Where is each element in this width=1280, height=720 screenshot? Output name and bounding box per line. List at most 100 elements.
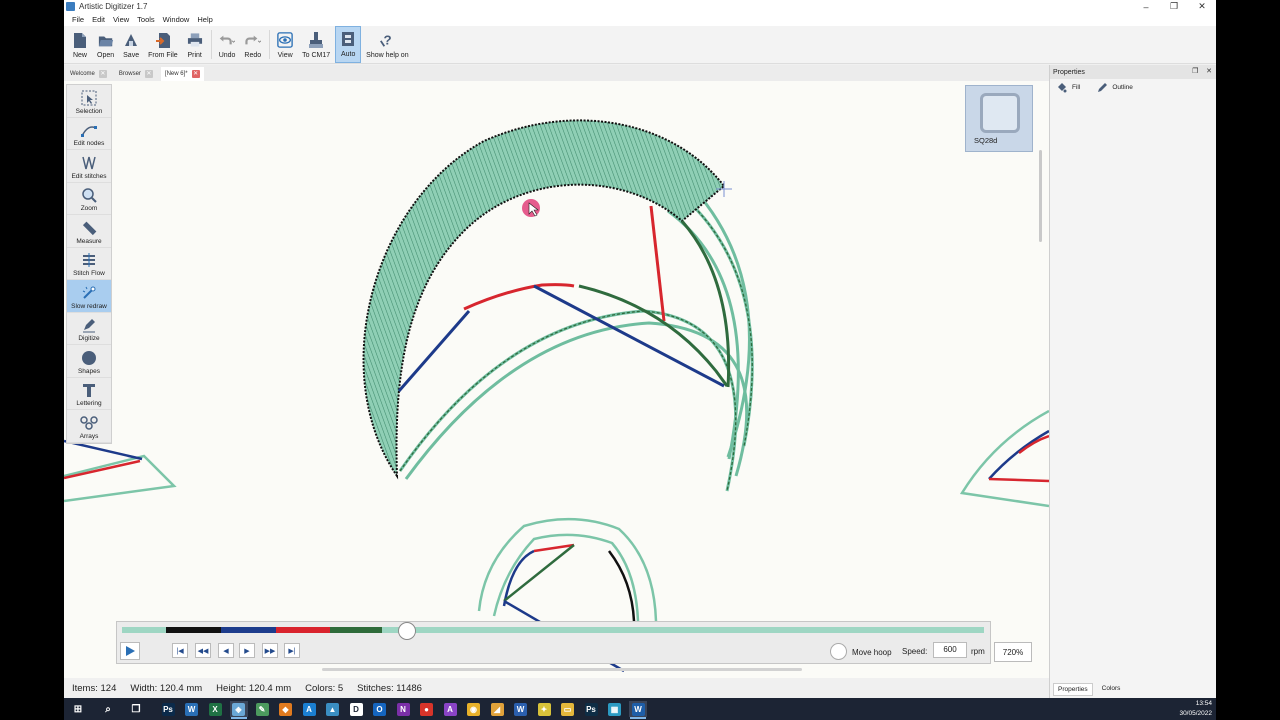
- left-partial-shape: [64, 439, 177, 503]
- system-clock[interactable]: 13:54 30/05/2022: [1179, 699, 1212, 719]
- word-taskbar-button[interactable]: W: [512, 701, 530, 717]
- tool-edit-stitches[interactable]: Edit stitches: [67, 150, 111, 183]
- app-gold-taskbar-button[interactable]: ◢: [488, 701, 506, 717]
- speed-input[interactable]: 600: [933, 642, 967, 658]
- affinity-publisher-taskbar-button[interactable]: A: [441, 701, 459, 717]
- progress-slider-handle[interactable]: [398, 622, 416, 640]
- tool-lettering[interactable]: Lettering: [67, 378, 111, 410]
- tab-properties[interactable]: Properties: [1053, 683, 1093, 696]
- active-app-indicator: [230, 717, 247, 719]
- tool-slow-redraw[interactable]: Slow redraw: [67, 280, 111, 313]
- help-question-icon: ?: [379, 31, 395, 49]
- hoop-preview-icon: [980, 93, 1020, 133]
- affinity-taskbar-button[interactable]: A: [300, 701, 318, 717]
- zoom-level-field[interactable]: 720%: [994, 642, 1032, 662]
- fast-forward-button[interactable]: ▶▶: [262, 643, 278, 658]
- close-panel-icon[interactable]: ✕: [1206, 68, 1212, 75]
- excel-taskbar-button[interactable]: X: [206, 701, 224, 717]
- search-taskbar-button[interactable]: ⌕: [99, 701, 117, 717]
- from-file-button[interactable]: From File: [144, 26, 182, 63]
- app-green-icon: ✎: [255, 702, 269, 716]
- vertical-scrollbar[interactable]: [1039, 150, 1042, 242]
- app-teal-taskbar-button[interactable]: ▲: [324, 701, 342, 717]
- tool-measure[interactable]: Measure: [67, 215, 111, 248]
- digitizer-taskbar-button[interactable]: ◈: [229, 701, 248, 719]
- task-view-taskbar-button[interactable]: ❐: [127, 701, 145, 717]
- app-orange-taskbar-button[interactable]: ◆: [277, 701, 295, 717]
- photoshop-taskbar-button[interactable]: Ps: [159, 701, 177, 717]
- tab-close-icon[interactable]: ✕: [191, 70, 200, 78]
- window-controls: – ❐ ✕: [1132, 0, 1216, 13]
- tab-browser[interactable]: Browser ✕: [115, 67, 157, 81]
- hoop-selector[interactable]: SQ28d: [965, 85, 1033, 152]
- tab-close-icon[interactable]: ✕: [144, 70, 153, 78]
- hoop-label: SQ28d: [974, 136, 998, 145]
- step-forward-button[interactable]: ▶: [239, 643, 255, 658]
- tab-close-icon[interactable]: ✕: [98, 70, 107, 78]
- chrome-icon: ◉: [467, 702, 480, 716]
- stitch-progress-track[interactable]: [122, 622, 984, 640]
- tab-colors[interactable]: Colors: [1098, 683, 1125, 696]
- magnifier-icon: [80, 187, 98, 203]
- auto-button[interactable]: Auto: [335, 26, 362, 63]
- app-aqua-taskbar-button[interactable]: ▦: [606, 701, 624, 717]
- move-hoop-toggle[interactable]: [830, 643, 847, 660]
- tab-fill[interactable]: Fill: [1056, 82, 1080, 93]
- menu-edit[interactable]: Edit: [88, 15, 109, 24]
- print-button[interactable]: Print: [183, 26, 207, 63]
- open-button[interactable]: Open: [93, 26, 118, 63]
- photoshop-alt-taskbar-button[interactable]: Ps: [582, 701, 600, 717]
- horizontal-scrollbar[interactable]: [322, 668, 802, 671]
- app-w-taskbar-button[interactable]: W: [183, 701, 201, 717]
- new-button[interactable]: New: [68, 26, 92, 63]
- tool-edit-nodes[interactable]: Edit nodes: [67, 118, 111, 150]
- menu-window[interactable]: Window: [159, 15, 194, 24]
- tool-arrays[interactable]: Arrays: [67, 410, 111, 443]
- float-panel-icon[interactable]: ❐: [1192, 68, 1198, 75]
- fast-rewind-button[interactable]: ◀◀: [195, 643, 211, 658]
- wilcom-taskbar-button[interactable]: W: [629, 701, 647, 719]
- onenote-taskbar-button[interactable]: N: [394, 701, 412, 717]
- chrome-taskbar-button[interactable]: ◉: [465, 701, 483, 717]
- crescent-satin-fill: [362, 119, 726, 480]
- outlook-taskbar-button[interactable]: O: [371, 701, 389, 717]
- tool-stitch-flow[interactable]: Stitch Flow: [67, 248, 111, 280]
- dictionary-taskbar-button[interactable]: D: [347, 701, 365, 717]
- app-green-taskbar-button[interactable]: ✎: [253, 701, 271, 717]
- windows-start-taskbar-button[interactable]: ⊞: [69, 701, 87, 717]
- save-icon: [123, 31, 139, 49]
- show-help-button[interactable]: ? Show help on: [362, 26, 412, 63]
- tab-outline[interactable]: Outline: [1096, 82, 1133, 93]
- active-app-indicator: [630, 717, 646, 719]
- tab-new-6[interactable]: [New 6]* ✕: [160, 67, 204, 81]
- redo-button[interactable]: Redo: [240, 26, 265, 63]
- file-explorer-taskbar-button[interactable]: ▭: [559, 701, 577, 717]
- tool-shapes[interactable]: Shapes: [67, 345, 111, 378]
- save-button[interactable]: Save: [119, 26, 143, 63]
- menu-file[interactable]: File: [68, 15, 88, 24]
- tool-digitize[interactable]: Digitize: [67, 313, 111, 345]
- app-red-taskbar-button[interactable]: ●: [418, 701, 436, 717]
- tool-selection[interactable]: Selection: [67, 85, 111, 118]
- to-cm17-button[interactable]: To CM17: [298, 26, 334, 63]
- play-button[interactable]: [120, 642, 140, 660]
- menu-tools[interactable]: Tools: [133, 15, 159, 24]
- app-yellow-taskbar-button[interactable]: ✦: [535, 701, 553, 717]
- close-button[interactable]: ✕: [1188, 0, 1216, 13]
- skip-to-start-button[interactable]: |◀: [172, 643, 188, 658]
- folder-open-icon: [98, 31, 114, 49]
- tool-zoom[interactable]: Zoom: [67, 183, 111, 215]
- ruler-icon: [80, 220, 98, 236]
- tab-welcome[interactable]: Welcome ✕: [66, 67, 111, 81]
- maximize-button[interactable]: ❐: [1160, 0, 1188, 13]
- status-items: Items: 124: [72, 682, 117, 694]
- view-button[interactable]: View: [273, 26, 297, 63]
- undo-button[interactable]: Undo: [215, 26, 240, 63]
- step-back-button[interactable]: ◀: [218, 643, 234, 658]
- menu-help[interactable]: Help: [193, 15, 216, 24]
- skip-to-end-button[interactable]: ▶|: [284, 643, 300, 658]
- menu-view[interactable]: View: [109, 15, 133, 24]
- minimize-button[interactable]: –: [1132, 0, 1160, 13]
- design-canvas[interactable]: [64, 81, 1049, 678]
- mouse-cursor-icon: [522, 199, 540, 217]
